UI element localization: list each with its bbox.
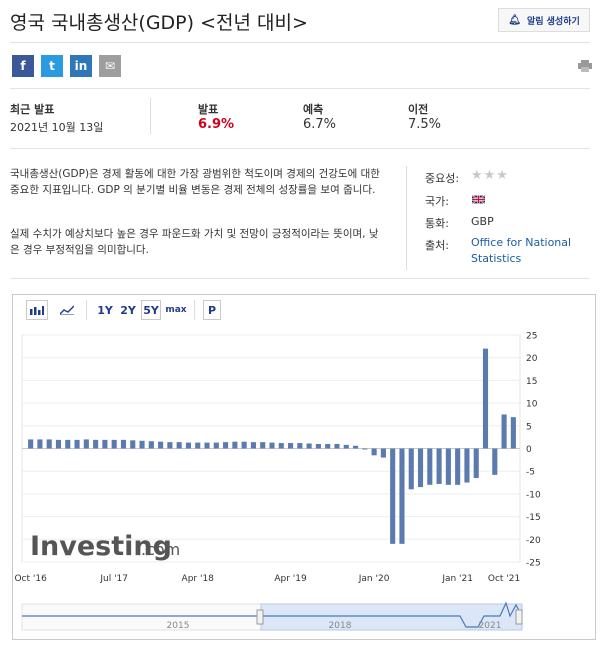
currency-value: GBP	[471, 215, 494, 228]
range-1y-button[interactable]: 1Y	[95, 300, 115, 320]
uk-flag-icon	[472, 195, 485, 204]
forecast-value: 6.7%	[303, 117, 337, 132]
linkedin-icon: in	[74, 59, 88, 73]
actual-value: 6.9%	[198, 117, 235, 132]
bar-chart-icon	[30, 306, 44, 315]
create-alert-label: 알림 생성하기	[526, 16, 580, 27]
latest-release-date: 2021년 10월 13일	[10, 121, 104, 134]
print-icon[interactable]	[578, 60, 592, 72]
divider	[10, 148, 590, 149]
source-link-line: Statistics	[471, 252, 522, 265]
range-2y-button[interactable]: 2Y	[118, 300, 138, 320]
divider	[194, 300, 195, 320]
latest-release-label: 최근 발표	[10, 103, 55, 116]
email-icon: ✉	[104, 59, 116, 73]
description-paragraph: 실제 수치가 예상치보다 높은 경우 파운드화 가치 및 전망이 긍정적이라는 …	[10, 228, 379, 256]
facebook-icon: f	[20, 59, 26, 73]
linkedin-button[interactable]: in	[70, 55, 92, 77]
twitter-icon: t	[49, 59, 55, 73]
description-paragraph: 국내총생산(GDP)은 경제 활동에 대한 가장 광범위한 척도이며 경제의 건…	[10, 168, 380, 196]
facebook-button[interactable]: f	[12, 55, 34, 77]
email-button[interactable]: ✉	[99, 55, 121, 77]
divider	[406, 166, 407, 270]
twitter-button[interactable]: t	[41, 55, 63, 77]
p-button[interactable]: P	[203, 300, 221, 320]
previous-value: 7.5%	[408, 117, 442, 132]
line-chart-button[interactable]	[56, 300, 78, 320]
source-link[interactable]: Office for National Statistics	[471, 235, 571, 267]
forecast-label: 예측	[303, 103, 324, 116]
importance-label: 중요성:	[425, 172, 460, 185]
range-5y-button[interactable]: 5Y	[141, 300, 161, 320]
bell-icon: 🔔︎	[508, 14, 521, 26]
bar-chart-button[interactable]	[26, 300, 48, 320]
divider	[10, 278, 590, 279]
range-max-button[interactable]: max	[164, 300, 188, 320]
country-label: 국가:	[425, 195, 449, 208]
create-alert-button[interactable]: 🔔︎ 알림 생성하기	[498, 8, 590, 32]
source-label: 출처:	[425, 239, 449, 252]
source-link-line: Office for National	[471, 236, 572, 249]
importance-stars-icon: ★★★	[471, 168, 509, 183]
chart-container	[12, 294, 596, 640]
actual-label: 발표	[198, 103, 219, 116]
divider	[86, 300, 87, 320]
currency-label: 통화:	[425, 217, 449, 230]
divider	[150, 98, 151, 134]
line-chart-icon	[60, 305, 74, 315]
page-title: 영국 국내총생산(GDP) <전년 대비>	[10, 12, 308, 34]
divider	[10, 88, 590, 89]
previous-label: 이전	[408, 103, 429, 116]
divider	[10, 42, 590, 43]
